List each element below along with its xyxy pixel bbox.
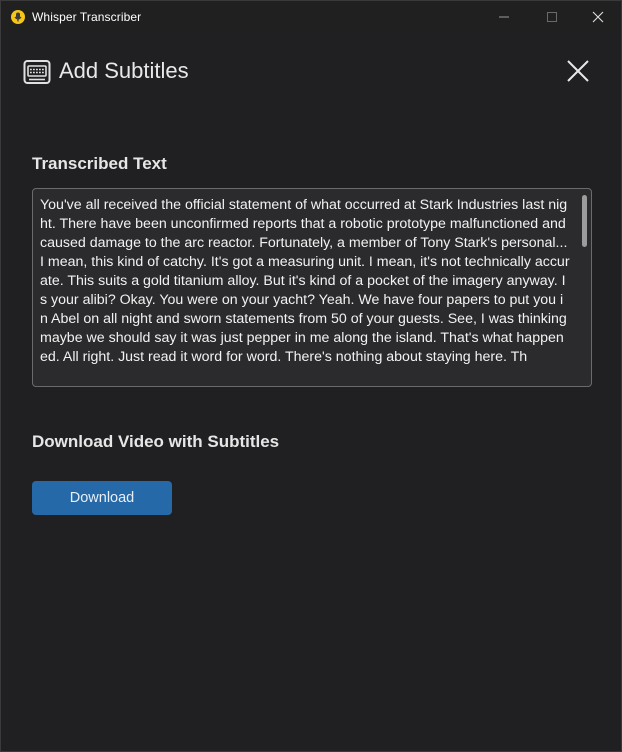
- app-window: Whisper Transcriber Add Subtitles Transc…: [0, 0, 622, 752]
- download-heading: Download Video with Subtitles: [32, 432, 280, 451]
- download-button[interactable]: Download: [32, 481, 172, 515]
- transcribed-text-content: You've all received the official stateme…: [40, 197, 570, 365]
- window-close-button[interactable]: [575, 1, 621, 32]
- transcribed-text-heading: Transcribed Text: [32, 154, 167, 173]
- close-icon: [592, 11, 604, 22]
- title-bar[interactable]: Whisper Transcriber: [1, 1, 621, 32]
- window-title: Whisper Transcriber: [32, 10, 142, 24]
- maximize-button[interactable]: [529, 1, 575, 32]
- page-title: Add Subtitles: [59, 58, 189, 83]
- transcribed-text-area[interactable]: You've all received the official stateme…: [32, 188, 592, 387]
- close-dialog-button[interactable]: [566, 59, 590, 83]
- minimize-icon: [499, 16, 509, 17]
- app-icon: [11, 10, 25, 24]
- subtitles-icon: [23, 60, 51, 84]
- text-scrollbar[interactable]: [582, 195, 587, 247]
- maximize-icon: [547, 11, 557, 22]
- minimize-button[interactable]: [481, 1, 527, 32]
